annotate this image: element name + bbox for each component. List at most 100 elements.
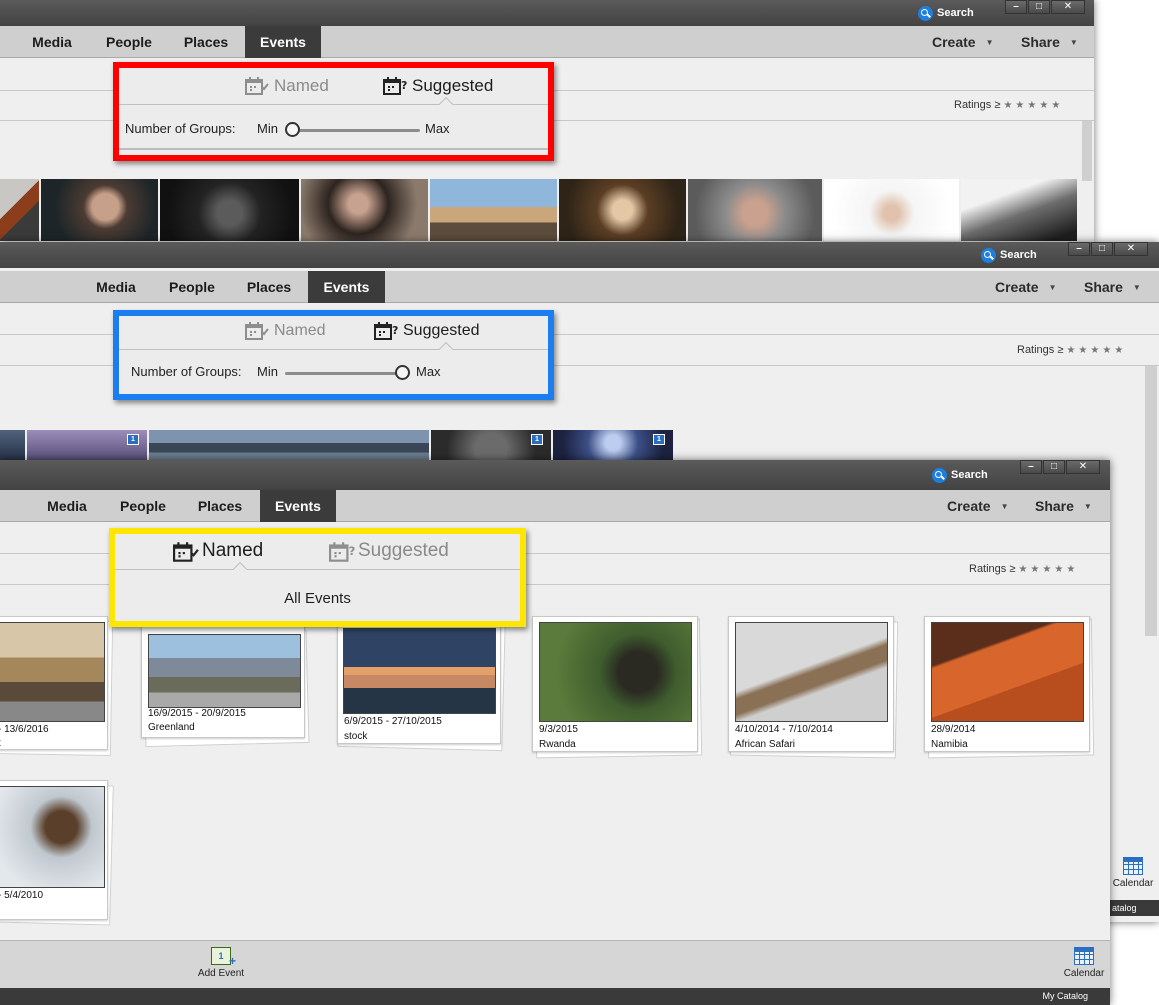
scrollbar[interactable] xyxy=(1145,366,1157,636)
search-button[interactable]: Search xyxy=(932,465,988,485)
close-button[interactable]: ✕ xyxy=(1066,460,1100,474)
min-label: Min xyxy=(257,364,278,379)
tab-people[interactable]: People xyxy=(96,26,162,58)
event-name: Rwanda xyxy=(539,739,576,750)
ratings-label: Ratings xyxy=(954,99,992,111)
groups-slider-track[interactable] xyxy=(285,372,407,375)
scrollbar[interactable] xyxy=(1082,121,1092,181)
photo-thumbnail[interactable]: 1 xyxy=(553,430,673,462)
photo-thumbnail[interactable] xyxy=(301,179,428,241)
segment-suggested[interactable]: ? Suggested xyxy=(383,76,493,96)
event-cover-image xyxy=(148,634,301,708)
maximize-button[interactable]: □ xyxy=(1028,0,1050,14)
maximize-button[interactable]: □ xyxy=(1043,460,1065,474)
photo-thumbnail[interactable] xyxy=(824,179,959,241)
search-label: Search xyxy=(937,7,974,19)
star-rating[interactable]: ★★★★★ xyxy=(1018,564,1078,575)
catalog-label[interactable]: atalog xyxy=(1112,903,1137,913)
share-menu[interactable]: Share ▼ xyxy=(1021,26,1078,58)
segment-suggested[interactable]: ? Suggested xyxy=(329,540,449,562)
photo-thumbnail[interactable] xyxy=(160,179,299,241)
segment-named[interactable]: Named xyxy=(245,76,329,96)
highlight-frame-blue: Named ? Suggested Number of Groups: Min … xyxy=(113,310,554,400)
share-menu[interactable]: Share ▼ xyxy=(1084,271,1141,303)
all-events-option[interactable]: All Events xyxy=(115,590,520,607)
tab-people[interactable]: People xyxy=(159,271,225,303)
photo-thumbnail[interactable] xyxy=(41,179,158,241)
search-button[interactable]: Search xyxy=(981,245,1037,265)
tab-media[interactable]: Media xyxy=(84,271,148,303)
close-button[interactable]: ✕ xyxy=(1114,242,1148,256)
minimize-button[interactable]: – xyxy=(1068,242,1090,256)
photo-thumbnail[interactable] xyxy=(430,179,557,241)
ratings-symbol: ≥ xyxy=(994,99,1001,111)
title-bar: Search – □ ✕ xyxy=(0,0,1094,26)
minimize-button[interactable]: – xyxy=(1020,460,1042,474)
bottom-toolbar: 1 + Add Event Calendar xyxy=(0,940,1110,988)
groups-slider-knob[interactable] xyxy=(395,365,410,380)
event-card[interactable]: - 13/6/2016 t xyxy=(0,616,114,757)
segment-suggested[interactable]: ? Suggested xyxy=(374,321,480,341)
photo-thumbnail[interactable] xyxy=(688,179,822,241)
photo-thumbnail[interactable] xyxy=(961,179,1077,241)
photo-thumbnail[interactable]: 1 xyxy=(431,430,551,462)
tab-media[interactable]: Media xyxy=(35,490,99,522)
segment-named[interactable]: Named xyxy=(245,321,326,341)
photo-thumbnail[interactable] xyxy=(149,430,429,462)
max-label: Max xyxy=(425,121,450,136)
chevron-down-icon: ▼ xyxy=(985,38,994,48)
share-label: Share xyxy=(1035,498,1074,514)
calendar-button[interactable]: Calendar xyxy=(1111,857,1155,889)
ratings-filter[interactable]: Ratings ≥ ★★★★★ xyxy=(969,563,1078,575)
event-card[interactable]: - 5/4/2010 xyxy=(0,780,116,926)
event-card[interactable]: 4/10/2014 - 7/10/2014 African Safari xyxy=(728,616,900,759)
title-bar: Search – □ ✕ xyxy=(0,460,1110,490)
maximize-button[interactable]: □ xyxy=(1091,242,1113,256)
calendar-button[interactable]: Calendar xyxy=(1060,947,1108,979)
star-rating[interactable]: ★★★★★ xyxy=(1066,345,1126,356)
ratings-filter[interactable]: Ratings ≥ ★★★★★ xyxy=(954,99,1063,111)
selection-caret xyxy=(438,341,454,357)
add-event-button[interactable]: 1 + Add Event xyxy=(190,947,252,979)
photo-thumbnail[interactable] xyxy=(0,179,39,241)
tab-people[interactable]: People xyxy=(110,490,176,522)
tab-events[interactable]: Events xyxy=(308,271,385,303)
photo-thumbnail[interactable]: 1 xyxy=(27,430,147,462)
window-controls: – □ ✕ xyxy=(1068,242,1148,256)
status-bar: My Catalog xyxy=(0,988,1110,1005)
create-menu[interactable]: Create ▼ xyxy=(947,490,1009,522)
photo-thumbnail[interactable] xyxy=(0,430,25,462)
share-label: Share xyxy=(1021,34,1060,50)
event-cover-image xyxy=(343,628,496,714)
calendar-icon xyxy=(1123,857,1143,875)
calendar-icon xyxy=(1074,947,1094,965)
tab-events[interactable]: Events xyxy=(260,490,336,522)
minimize-button[interactable]: – xyxy=(1005,0,1027,14)
event-badge-icon: 1 xyxy=(653,434,665,445)
tab-media[interactable]: Media xyxy=(20,26,84,58)
event-card[interactable]: 28/9/2014 Namibia xyxy=(924,616,1096,759)
catalog-label[interactable]: My Catalog xyxy=(1042,991,1088,1001)
nav-bar: Media People Places Events Create ▼ Share… xyxy=(0,271,1159,303)
create-menu[interactable]: Create ▼ xyxy=(995,271,1057,303)
close-button[interactable]: ✕ xyxy=(1051,0,1085,14)
event-card[interactable]: 6/9/2015 - 27/10/2015 stock xyxy=(337,620,507,752)
groups-slider-track[interactable] xyxy=(288,129,420,132)
named-label: Named xyxy=(202,540,264,561)
segment-named[interactable]: Named xyxy=(173,540,263,562)
photo-thumbnail[interactable] xyxy=(559,179,686,241)
selection-caret xyxy=(232,561,248,577)
tab-events[interactable]: Events xyxy=(245,26,321,58)
event-card[interactable]: 9/3/2015 Rwanda xyxy=(532,616,704,759)
event-card[interactable]: 16/9/2015 - 20/9/2015 Greenland xyxy=(141,626,311,748)
tab-places[interactable]: Places xyxy=(186,490,254,522)
ratings-filter[interactable]: Ratings ≥ ★★★★★ xyxy=(1017,344,1126,356)
create-menu[interactable]: Create ▼ xyxy=(932,26,994,58)
tab-places[interactable]: Places xyxy=(172,26,240,58)
search-button[interactable]: Search xyxy=(918,3,974,23)
star-rating[interactable]: ★★★★★ xyxy=(1003,100,1063,111)
groups-slider-knob[interactable] xyxy=(285,122,300,137)
share-menu[interactable]: Share ▼ xyxy=(1035,490,1092,522)
chevron-down-icon: ▼ xyxy=(1000,502,1009,512)
tab-places[interactable]: Places xyxy=(235,271,303,303)
